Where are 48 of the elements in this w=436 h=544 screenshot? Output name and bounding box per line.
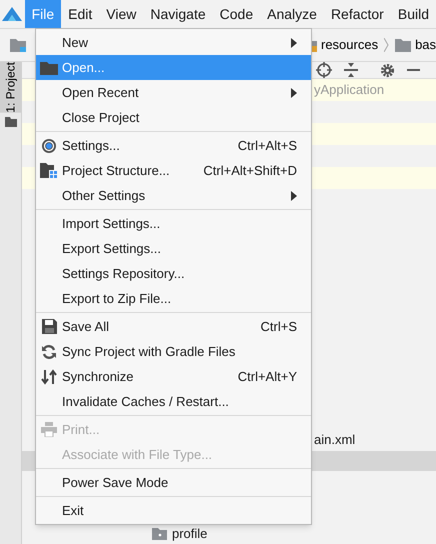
folder-icon — [152, 528, 167, 540]
menu[interactable]: Analyze — [260, 0, 324, 28]
menu-item[interactable]: Export to Zip File... — [36, 286, 311, 311]
shortcut-label: Ctrl+Alt+S — [238, 136, 297, 155]
menu-item[interactable]: Other Settings — [36, 183, 311, 208]
menu-item[interactable]: Settings... Ctrl+Alt+S — [36, 133, 311, 158]
menu-item[interactable]: Invalidate Caches / Restart... — [36, 389, 311, 414]
shortcut-label: Ctrl+Alt+Shift+D — [203, 162, 297, 180]
settings-icon[interactable] — [380, 62, 395, 78]
breadcrumb-item[interactable]: resources — [321, 35, 378, 55]
menu[interactable]: Code — [212, 0, 260, 28]
shortcut-label: Ctrl+Alt+Y — [238, 368, 297, 386]
shortcut-label: Ctrl+S — [260, 318, 297, 336]
menu-item[interactable]: New — [36, 30, 311, 55]
printer-icon — [41, 422, 57, 437]
menu-item[interactable]: Exit — [36, 498, 311, 523]
collapse-icon[interactable] — [344, 63, 358, 77]
menu-item[interactable]: Project Structure... Ctrl+Alt+Shift+D — [36, 158, 311, 183]
app-logo-icon — [2, 7, 22, 21]
menu-item[interactable]: Import Settings... — [36, 211, 311, 236]
tree-item[interactable]: ain.xml — [314, 430, 356, 450]
menu[interactable]: Build — [390, 0, 436, 28]
crosshair-icon[interactable] — [316, 62, 332, 78]
menu[interactable]: Refactor — [324, 0, 391, 28]
breadcrumb-item[interactable]: bas — [415, 35, 436, 55]
menu-item[interactable]: Close Project — [36, 105, 311, 130]
folder-icon — [395, 38, 412, 52]
menu-item[interactable]: Synchronize Ctrl+Alt+Y — [36, 364, 311, 389]
folder-icon — [4, 116, 16, 127]
folder-icon — [40, 60, 58, 74]
minimize-icon[interactable] — [407, 68, 420, 72]
folder-grid-icon — [40, 163, 58, 178]
chevron-right-icon — [384, 38, 390, 52]
menu-item[interactable]: Power Save Mode — [36, 470, 311, 495]
menu-item[interactable]: Sync Project with Gradle Files — [36, 339, 311, 364]
up-down-arrows-icon — [41, 368, 57, 384]
menu[interactable]: Navigate — [143, 0, 213, 28]
menu[interactable]: Edit — [61, 0, 100, 28]
menu-item[interactable]: Settings Repository... — [36, 261, 311, 286]
sync-icon — [41, 344, 57, 360]
side-tab[interactable]: 1: Project — [0, 62, 21, 113]
menu-item[interactable]: Export Settings... — [36, 236, 311, 261]
tree-item[interactable]: profile — [172, 524, 208, 544]
settings-icon — [41, 138, 57, 154]
menu[interactable]: View — [99, 0, 144, 28]
folder-icon — [10, 38, 26, 52]
menu-item[interactable]: Open Recent — [36, 80, 311, 105]
menu-item[interactable]: Save All Ctrl+S — [36, 314, 311, 339]
